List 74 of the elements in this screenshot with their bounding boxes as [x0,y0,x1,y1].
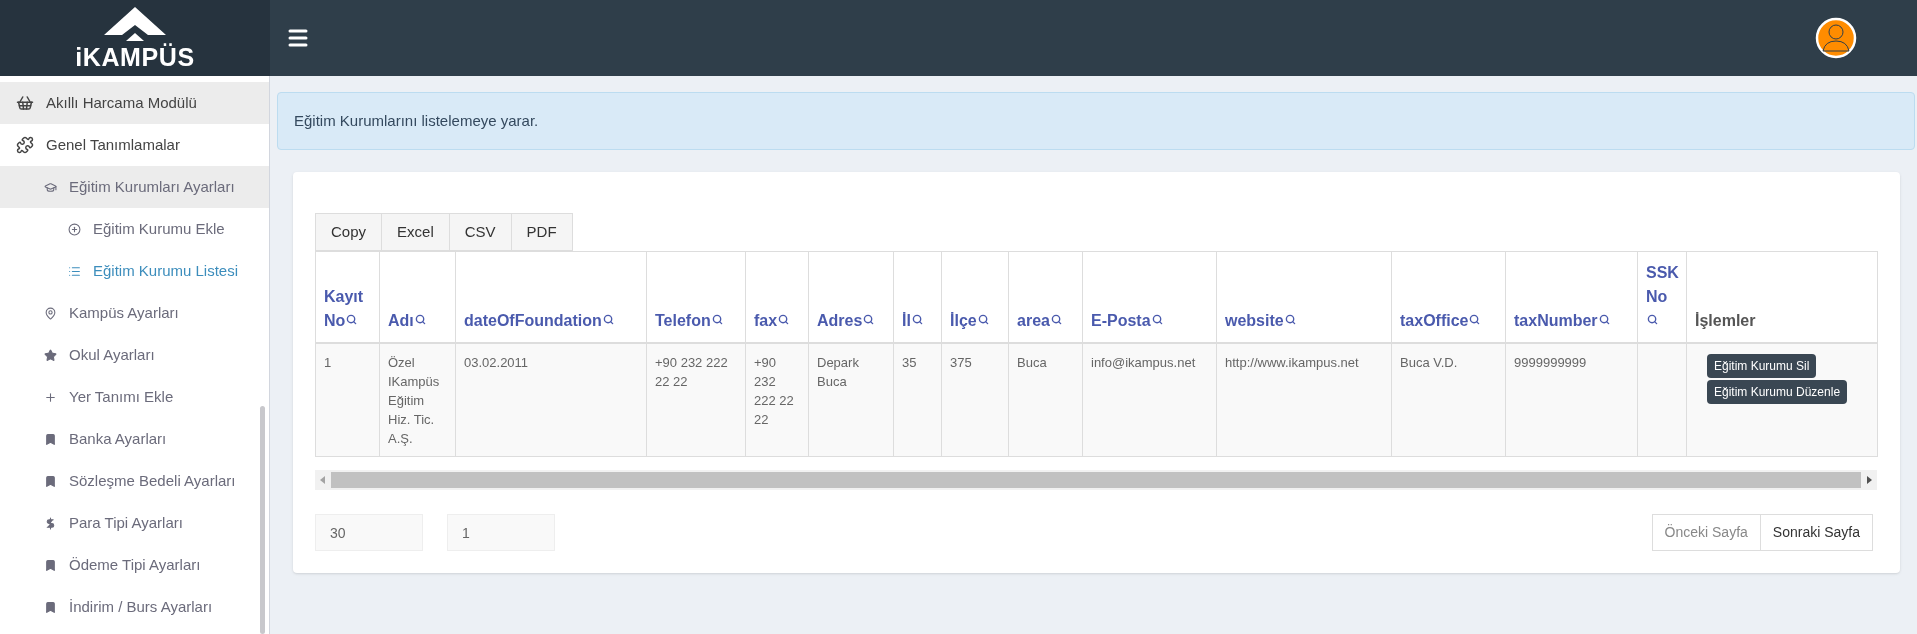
export-button[interactable]: CSV [448,213,512,251]
export-button[interactable]: PDF [510,213,573,251]
user-avatar-icon[interactable] [1815,17,1857,59]
table-cell: Buca V.D. [1391,342,1506,457]
logo-text: iKAMPÜS [75,44,195,70]
table-cell: 03.02.2011 [455,342,647,457]
table-cell: 1 [315,342,380,457]
list-icon [68,264,81,278]
search-icon[interactable] [414,313,426,325]
column-header[interactable]: İl [893,251,942,343]
search-icon[interactable] [602,313,614,325]
table-cell: +90 232 222 22 22 [646,342,746,457]
column-header[interactable]: taxOffice [1391,251,1506,343]
pagination-button[interactable]: Sonraki Sayfa [1759,514,1873,551]
search-icon[interactable] [863,313,875,325]
star-icon [44,348,57,362]
search-icon[interactable] [1469,313,1481,325]
column-header[interactable]: Adres [808,251,894,343]
column-header[interactable]: website [1216,251,1392,343]
sidebar-item[interactable]: Akıllı Harcama Modülü [0,82,269,124]
column-header[interactable]: dateOfFoundation [455,251,647,343]
plus-circle-icon [68,222,81,236]
scrollbar-thumb[interactable] [260,406,265,634]
search-icon[interactable] [1050,313,1062,325]
column-header[interactable]: Adı [379,251,456,343]
search-icon[interactable] [1647,313,1658,325]
table-cell: Depark Buca [808,342,894,457]
table-cell: Özel IKampüs Eğitim Hiz. Tic. A.Ş. [379,342,456,457]
logo[interactable]: iKAMPÜS [0,0,270,76]
scrollbar-thumb[interactable] [331,472,1861,488]
plus-icon [44,390,57,404]
search-icon[interactable] [711,313,723,325]
column-header[interactable]: E-Posta [1082,251,1217,343]
table-cell: http://www.ikampus.net [1216,342,1392,457]
column-header[interactable]: taxNumber [1505,251,1638,343]
search-icon[interactable] [1284,313,1296,325]
column-header[interactable]: İlçe [941,251,1009,343]
export-button[interactable]: Excel [381,213,450,251]
column-header[interactable]: SSK No [1637,251,1687,343]
search-icon[interactable] [1598,313,1610,325]
search-icon[interactable] [346,313,358,325]
roof-logo-icon [104,6,166,41]
bookmark-icon [44,474,57,488]
table-cell: +90 232 222 22 22 [745,342,809,457]
search-icon[interactable] [1151,313,1163,325]
table-cell: 375 [941,342,1009,457]
dollar-icon [44,516,57,530]
basket-icon [16,94,34,112]
puzzle-icon [16,136,34,154]
table-cell: 35 [893,342,942,457]
column-header[interactable]: Kayıt No [315,251,380,343]
table-cell: Buca [1008,342,1083,457]
page-number-field[interactable]: 1 [447,514,555,551]
sidebar-item[interactable]: Eğitim Kurumları Ayarları [0,166,269,208]
info-alert: Eğitim Kurumlarını listelemeye yarar. [277,92,1915,150]
map-pin-icon [44,306,57,320]
bookmark-icon [44,558,57,572]
table-cell: 9999999999 [1505,342,1638,457]
table-cell: info@ikampus.net [1082,342,1217,457]
graduation-cap-icon [44,180,57,194]
column-header[interactable]: İşlemler [1686,251,1878,343]
export-button[interactable]: Copy [315,213,383,251]
search-icon[interactable] [911,313,923,325]
action-button[interactable]: Eğitim Kurumu Sil [1707,353,1817,378]
column-header[interactable]: Telefon [646,251,746,343]
search-icon[interactable] [778,313,790,325]
horizontal-scrollbar[interactable] [315,470,1877,490]
column-header[interactable]: fax [745,251,809,343]
action-button[interactable]: Eğitim Kurumu Düzenle [1707,379,1848,404]
column-header[interactable]: area [1008,251,1083,343]
page-size-field[interactable]: 30 [315,514,423,551]
bookmark-icon [44,432,57,446]
search-icon[interactable] [977,313,989,325]
bookmark-icon [44,600,57,614]
